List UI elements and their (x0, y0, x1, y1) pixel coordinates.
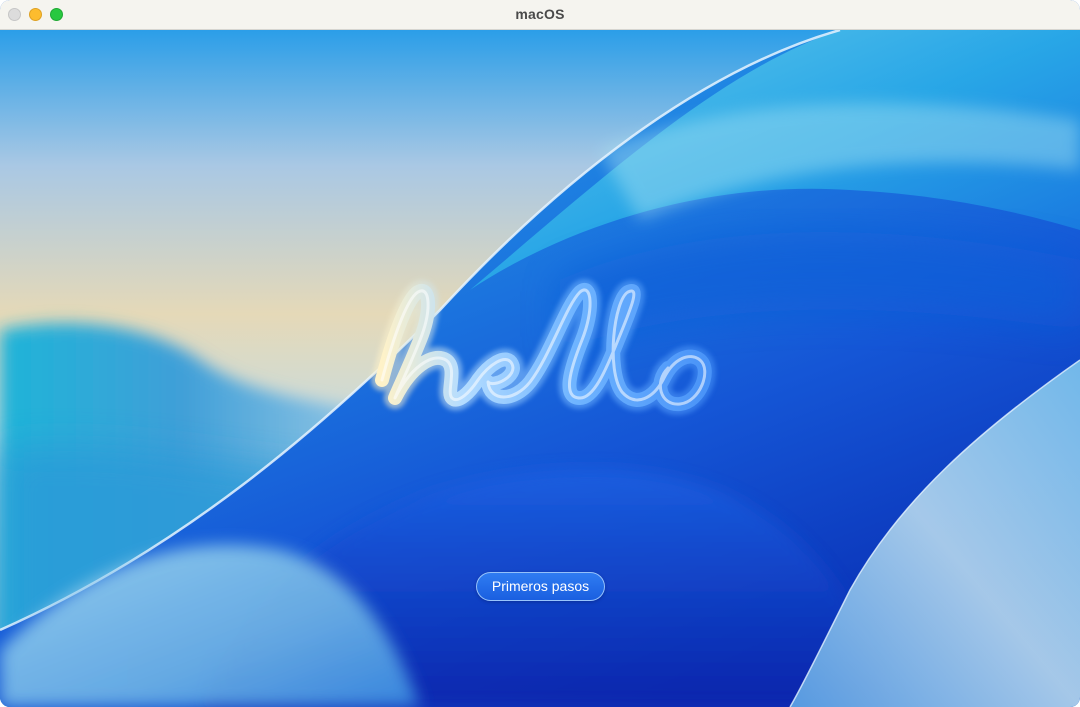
get-started-button[interactable]: Primeros pasos (476, 572, 605, 601)
wallpaper-art (0, 30, 1080, 707)
window-title: macOS (515, 6, 565, 22)
title-bar[interactable]: macOS (0, 0, 1080, 30)
setup-assistant-window: macOS Primeros pasos (0, 0, 1080, 707)
wallpaper (0, 30, 1080, 707)
